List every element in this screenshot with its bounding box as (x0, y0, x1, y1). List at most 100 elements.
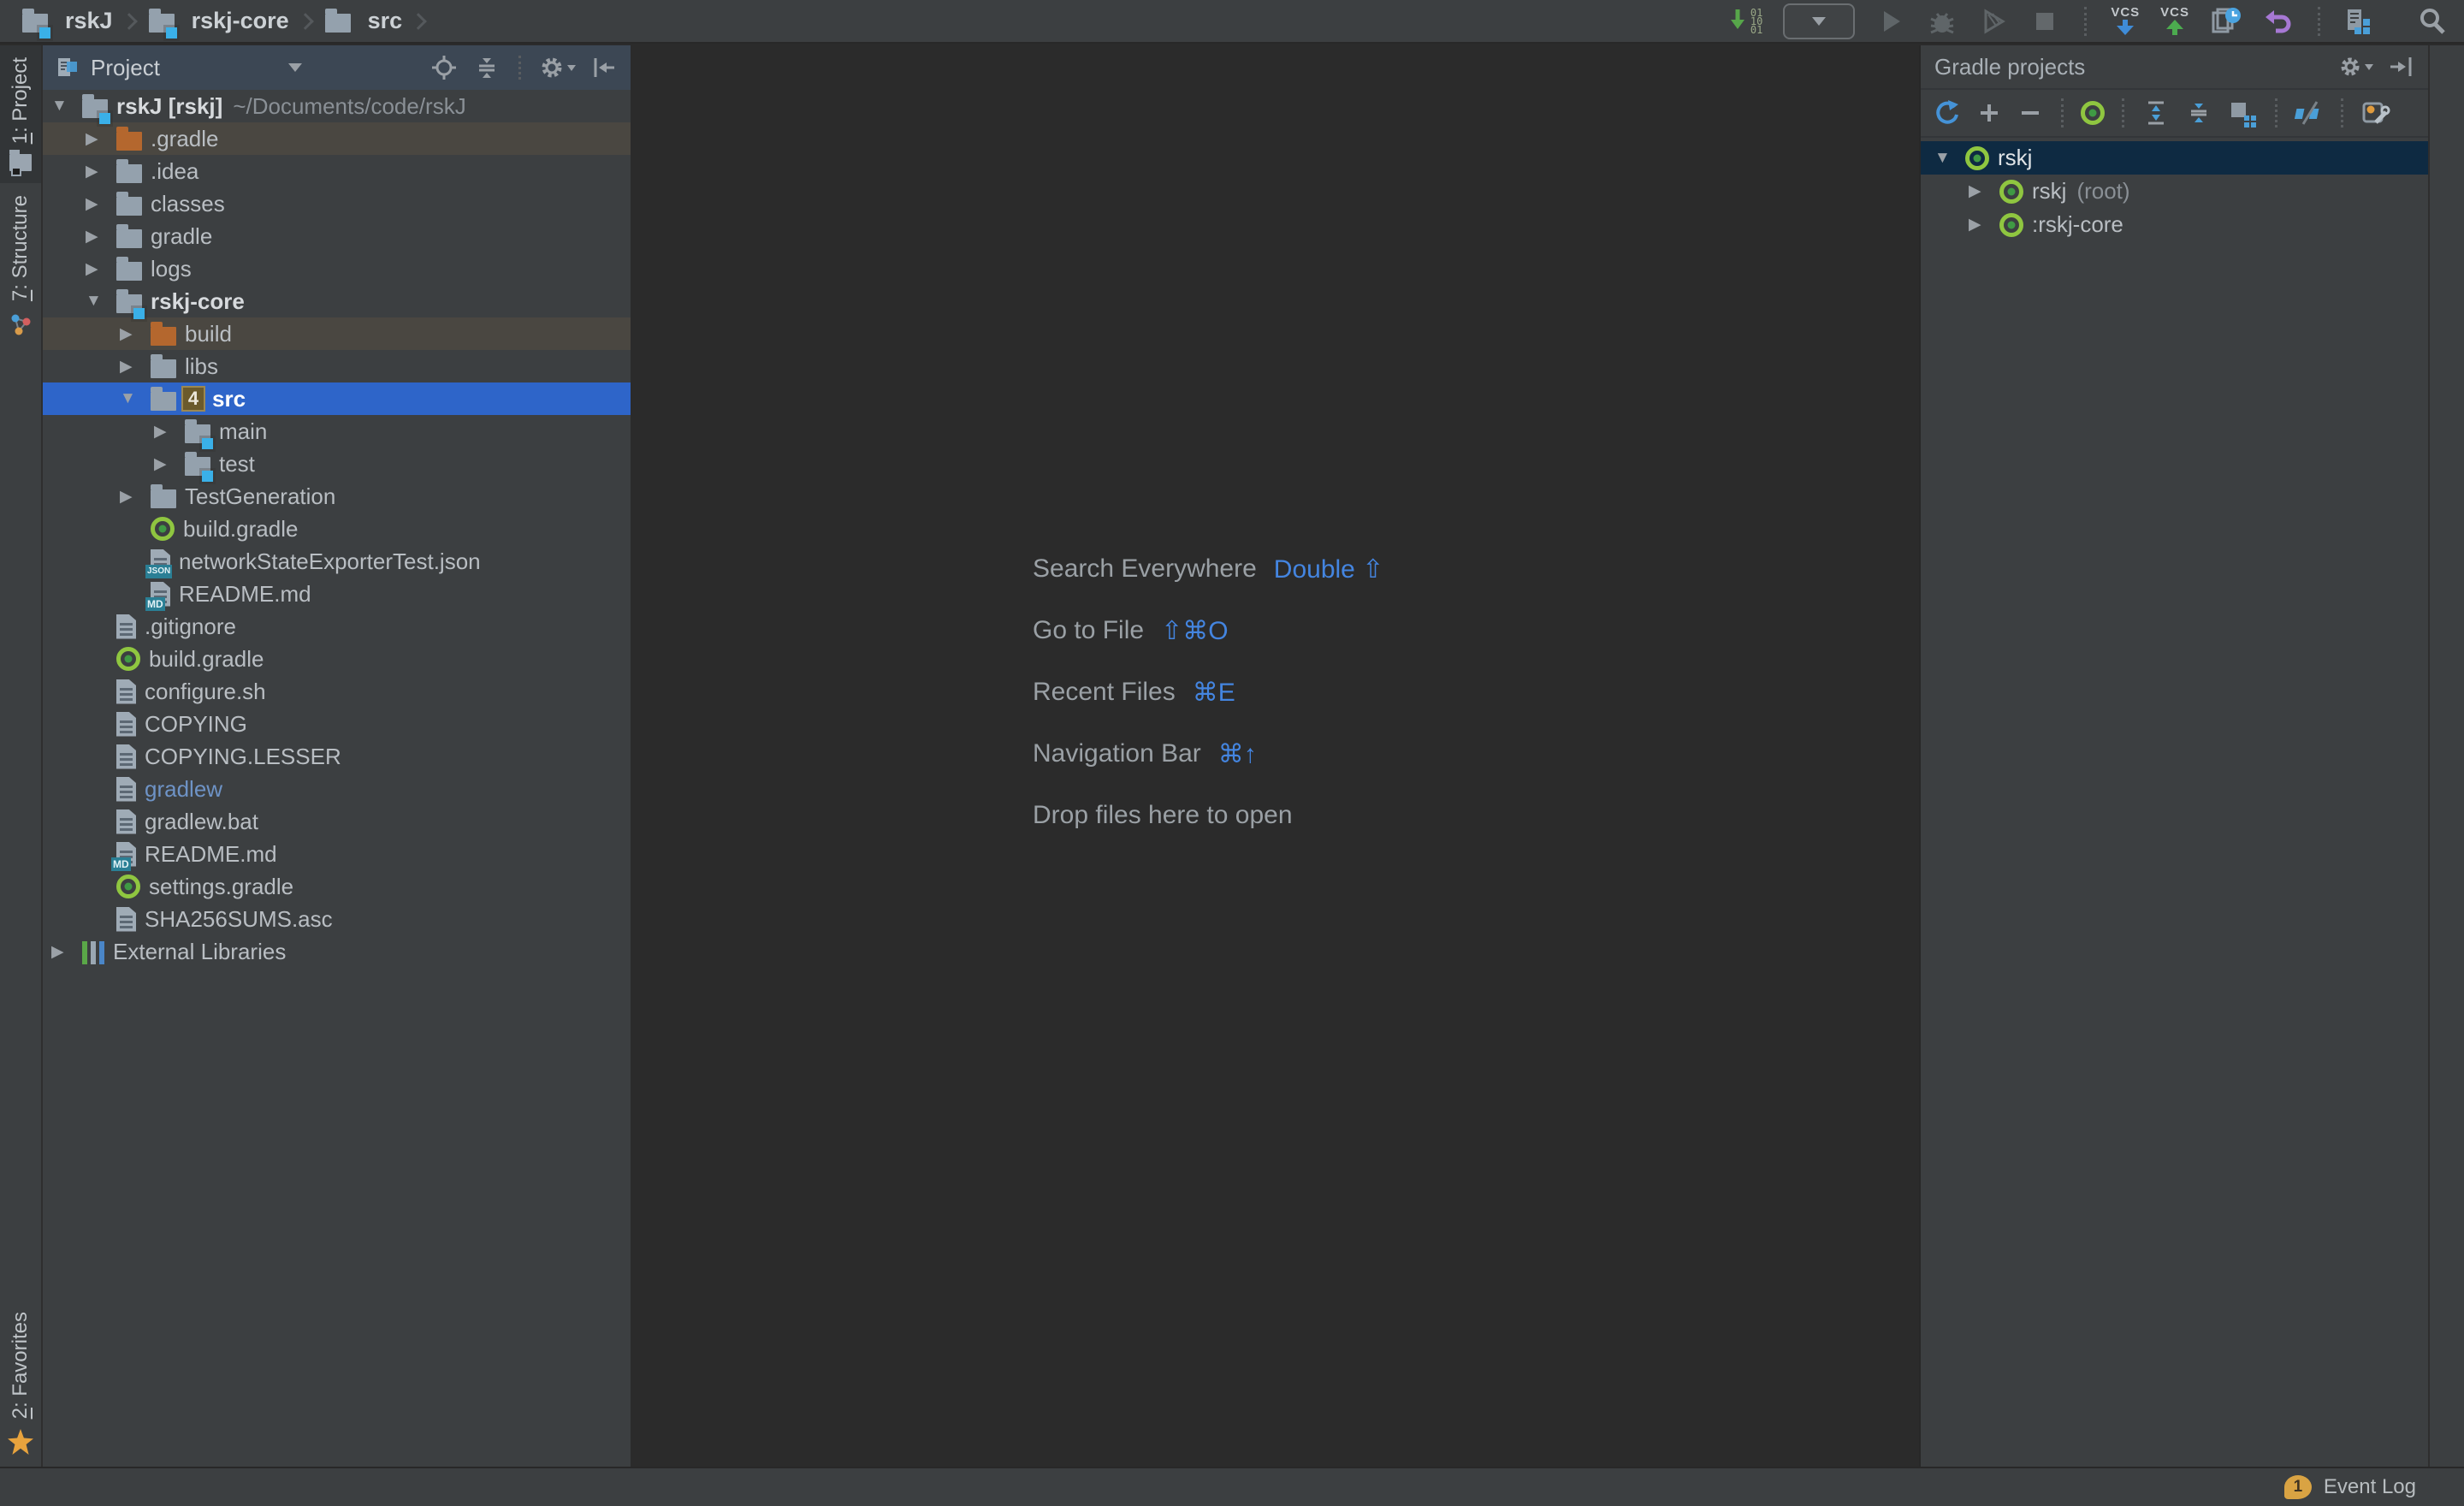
tree-row-copying[interactable]: COPYING (43, 708, 631, 740)
shortcut-hint-navigation-bar: Navigation Bar⌘↑ (1033, 723, 1383, 785)
tool-strip-tab-project[interactable]: 1: Project (0, 45, 41, 183)
chevron-down-icon[interactable] (288, 63, 302, 79)
tree-row-sha256sums-asc[interactable]: SHA256SUMS.asc (43, 903, 631, 935)
file-icon (116, 712, 136, 737)
favorites-star-icon (8, 1429, 33, 1455)
hide-panel-icon[interactable] (589, 53, 619, 82)
update-running-application-icon[interactable]: 01 10 01 (1729, 4, 1762, 39)
tree-row-external-libraries[interactable]: ▶External Libraries (43, 935, 631, 968)
remove-icon[interactable] (2017, 99, 2044, 127)
editor-area[interactable]: Search EverywhereDouble ⇧Go to File⇧⌘ORe… (632, 45, 1919, 1467)
collapse-all-icon[interactable] (2184, 98, 2213, 127)
tree-item-label: gradlew (145, 776, 222, 803)
breadcrumb-item-rskj[interactable]: rskJ (22, 8, 113, 34)
tree-row-gradlew-bat[interactable]: gradlew.bat (43, 805, 631, 838)
tree-row-testgeneration[interactable]: ▶TestGeneration (43, 480, 631, 513)
tree-item-label: settings.gradle (149, 874, 293, 900)
tree-row-gradlew[interactable]: gradlew (43, 773, 631, 805)
tree-expand-arrow[interactable]: ▶ (116, 324, 151, 344)
gradle-icon[interactable] (2081, 101, 2105, 125)
tree-row-build-gradle[interactable]: build.gradle (43, 643, 631, 675)
breadcrumb-item-src[interactable]: src (325, 8, 403, 34)
tree-row-logs[interactable]: ▶logs (43, 252, 631, 285)
tree-expand-arrow[interactable]: ▶ (82, 129, 116, 149)
debug-icon[interactable] (1927, 4, 1958, 39)
tree-expand-arrow[interactable]: ▶ (82, 194, 116, 214)
run-icon[interactable] (1875, 4, 1906, 39)
tree-row-networkstateexportertest-json[interactable]: JSONnetworkStateExporterTest.json (43, 545, 631, 578)
tree-expand-arrow[interactable]: ▶ (1965, 181, 1999, 201)
tree-expand-arrow[interactable]: ▼ (82, 292, 116, 311)
tree-row-copying-lesser[interactable]: COPYING.LESSER (43, 740, 631, 773)
tree-expand-arrow[interactable]: ▼ (48, 97, 82, 116)
tree-expand-arrow[interactable]: ▼ (116, 389, 151, 408)
folder-icon (325, 14, 351, 33)
tree-row-gradle[interactable]: ▶gradle (43, 220, 631, 252)
run-with-coverage-icon[interactable] (1978, 4, 2009, 39)
tree-expand-arrow[interactable]: ▶ (151, 454, 185, 474)
tree-expand-arrow[interactable]: ▼ (1931, 149, 1965, 168)
gear-icon[interactable] (2337, 53, 2373, 80)
tree-row-idea[interactable]: ▶.idea (43, 155, 631, 187)
tree-expand-arrow[interactable]: ▶ (82, 227, 116, 246)
tree-row-rskj-core[interactable]: ▼rskj-core (43, 285, 631, 317)
right-tool-strip (2428, 45, 2464, 1467)
tree-row-gradle[interactable]: ▶ .gradle (43, 122, 631, 155)
tree-expand-arrow[interactable]: ▶ (82, 259, 116, 279)
vcs-update-icon[interactable]: VCS (2111, 4, 2140, 39)
module-folder-icon (82, 99, 108, 118)
tree-row-rskj-rskj[interactable]: ▼rskJ [rskj]~/Documents/code/rskJ (43, 90, 631, 122)
tree-item-label: COPYING (145, 711, 247, 738)
recent-changes-icon[interactable] (2210, 4, 2242, 39)
tree-row-configure-sh[interactable]: configure.sh (43, 675, 631, 708)
gradle-node-rskj[interactable]: ▶rskj(root) (1921, 175, 2428, 208)
collapse-all-icon[interactable] (472, 53, 501, 82)
vcs-commit-icon[interactable]: VCS (2160, 4, 2189, 39)
tree-row-libs[interactable]: ▶libs (43, 350, 631, 382)
file-icon: JSON (151, 549, 170, 574)
tree-row-readme-md[interactable]: MDREADME.md (43, 578, 631, 610)
undo-icon[interactable] (2263, 4, 2294, 39)
stop-icon[interactable] (2029, 4, 2060, 39)
tree-row-build[interactable]: ▶build (43, 317, 631, 350)
tree-expand-arrow[interactable]: ▶ (116, 487, 151, 507)
tree-row-build-gradle[interactable]: build.gradle (43, 513, 631, 545)
tree-item-label: .gradle (151, 126, 219, 152)
tree-item-label: main (219, 418, 267, 445)
project-structure-icon[interactable] (2344, 4, 2373, 39)
breadcrumb-item-rskj-core[interactable]: rskj-core (149, 8, 289, 34)
gear-icon[interactable] (538, 53, 576, 82)
refresh-icon[interactable] (1931, 98, 1962, 128)
tree-row-test[interactable]: ▶test (43, 448, 631, 480)
gradle-node-rskj-core[interactable]: ▶:rskj-core (1921, 208, 2428, 241)
project-view-title[interactable]: Project (91, 55, 160, 81)
tree-expand-arrow[interactable]: ▶ (48, 942, 82, 962)
hide-panel-icon[interactable] (2387, 53, 2414, 80)
run-configurations-combo[interactable] (1783, 3, 1855, 39)
gradle-node-rskj[interactable]: ▼rskj (1921, 141, 2428, 175)
tree-expand-arrow[interactable]: ▶ (1965, 215, 1999, 234)
top-toolbar: rskJ rskj-core src 01 10 01 VCS (0, 0, 2464, 44)
add-icon[interactable] (1975, 99, 2003, 127)
tree-row-gitignore[interactable]: .gitignore (43, 610, 631, 643)
shortcut-keys: Double ⇧ (1274, 554, 1384, 584)
search-icon[interactable] (2416, 4, 2449, 39)
locate-icon[interactable] (429, 53, 459, 82)
tree-expand-arrow[interactable]: ▶ (82, 162, 116, 181)
toggle-offline-icon[interactable] (2295, 98, 2324, 127)
tree-expand-arrow[interactable]: ▶ (151, 422, 185, 442)
tool-strip-tab-favorites[interactable]: 2: Favorites (0, 1300, 41, 1467)
build-settings-icon[interactable] (2360, 98, 2391, 127)
tree-row-settings-gradle[interactable]: settings.gradle (43, 870, 631, 903)
tool-strip-tab-structure[interactable]: 7: Structure (0, 183, 41, 349)
event-log-label[interactable]: Event Log (2324, 1475, 2416, 1499)
tab-mnemonic: 7 (9, 290, 32, 301)
tree-row-src[interactable]: ▼4src (43, 382, 631, 415)
tree-expand-arrow[interactable]: ▶ (116, 357, 151, 376)
tree-row-readme-md[interactable]: MDREADME.md (43, 838, 631, 870)
expand-all-icon[interactable] (2141, 98, 2171, 127)
dependencies-icon[interactable] (2227, 98, 2258, 127)
tree-row-classes[interactable]: ▶classes (43, 187, 631, 220)
tree-row-main[interactable]: ▶ main (43, 415, 631, 448)
event-log-icon[interactable]: 1 (2284, 1475, 2312, 1499)
